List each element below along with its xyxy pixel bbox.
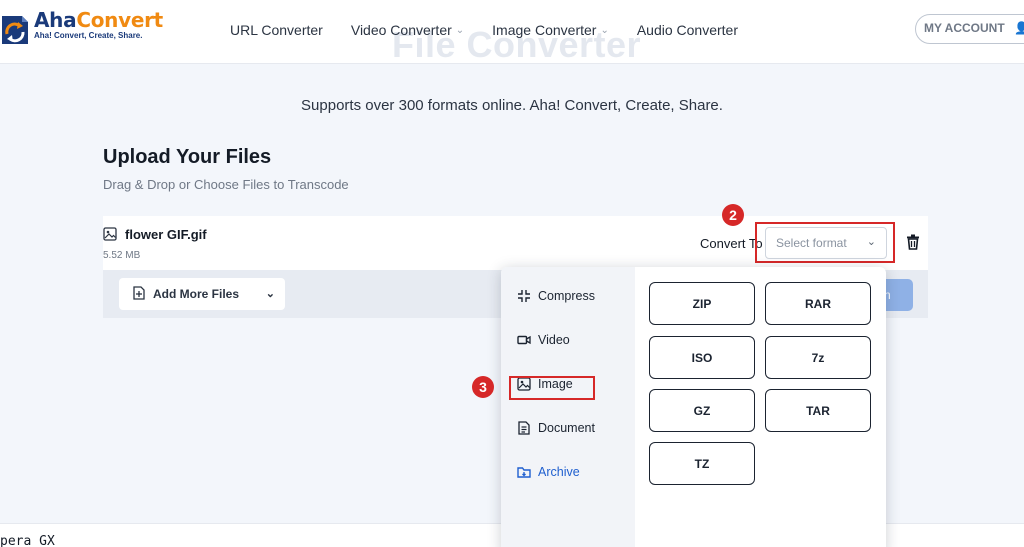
file-name: flower GIF.gif xyxy=(125,227,207,242)
add-file-icon xyxy=(133,285,145,303)
step-badge-3: 3 xyxy=(472,376,494,398)
logo[interactable]: AhaConvert Aha! Convert, Create, Share. xyxy=(0,10,163,48)
file-size: 5.52 MB xyxy=(103,250,141,261)
category-compress-label: Compress xyxy=(538,289,595,303)
format-option-7z[interactable]: 7z xyxy=(765,336,871,379)
category-video[interactable]: Video xyxy=(517,333,570,347)
step-badge-2: 2 xyxy=(722,204,744,226)
site-header: AhaConvert Aha! Convert, Create, Share. … xyxy=(0,0,1024,65)
user-icon: 👤 xyxy=(1014,21,1024,35)
category-document-label: Document xyxy=(538,421,595,435)
document-icon xyxy=(518,421,530,435)
nav-video-converter[interactable]: Video Converter ⌄ xyxy=(351,22,464,38)
my-account-button[interactable]: MY ACCOUNT 👤 xyxy=(915,14,1024,44)
video-icon xyxy=(517,335,531,345)
nav-video-converter-label: Video Converter xyxy=(350,22,452,38)
trash-icon[interactable] xyxy=(906,234,920,255)
logo-icon xyxy=(0,10,30,48)
nav-image-converter[interactable]: Image Converter ⌄ xyxy=(492,22,609,38)
category-document[interactable]: Document xyxy=(517,421,595,435)
convert-to-label: Convert To xyxy=(700,236,763,251)
chevron-down-icon: ⌄ xyxy=(265,288,275,300)
format-option-rar[interactable]: RAR xyxy=(765,282,871,325)
category-video-label: Video xyxy=(538,333,570,347)
format-option-zip[interactable]: ZIP xyxy=(649,282,755,325)
nav-url-converter-label: URL Converter xyxy=(230,22,323,38)
format-option-iso[interactable]: ISO xyxy=(649,336,755,379)
format-dropdown: Compress Video Image Document Archive ZI… xyxy=(501,267,886,547)
chevron-down-icon: ⌄ xyxy=(600,24,609,36)
annotation-highlight-select xyxy=(755,222,895,263)
format-option-tz[interactable]: TZ xyxy=(649,442,755,485)
format-option-gz[interactable]: GZ xyxy=(649,389,755,432)
upload-title: Upload Your Files xyxy=(103,146,272,168)
nav-image-converter-label: Image Converter xyxy=(492,22,597,38)
logo-name-part1: Aha xyxy=(34,8,77,32)
hero-subtitle: Supports over 300 formats online. Aha! C… xyxy=(301,97,723,114)
logo-tagline: Aha! Convert, Create, Share. xyxy=(34,31,143,40)
compress-icon xyxy=(518,290,530,302)
main-nav: URL Converter Video Converter ⌄ Image Co… xyxy=(230,22,766,38)
add-more-files-button[interactable]: Add More Files ⌄ xyxy=(119,278,285,310)
category-list: Compress Video Image Document Archive xyxy=(501,267,635,547)
bottom-partial-text: pera GX xyxy=(0,534,55,547)
image-file-icon xyxy=(103,227,117,246)
annotation-highlight-image xyxy=(509,376,595,400)
logo-name-part2: Convert xyxy=(76,8,163,32)
nav-audio-converter[interactable]: Audio Converter xyxy=(637,22,738,38)
nav-audio-converter-label: Audio Converter xyxy=(636,22,739,38)
upload-subtitle: Drag & Drop or Choose Files to Transcode xyxy=(103,177,349,192)
chevron-down-icon: ⌄ xyxy=(455,24,465,36)
category-compress[interactable]: Compress xyxy=(517,289,595,303)
my-account-label: MY ACCOUNT xyxy=(924,21,1005,35)
nav-url-converter[interactable]: URL Converter xyxy=(230,22,323,38)
category-archive-label: Archive xyxy=(538,465,580,479)
category-archive[interactable]: Archive xyxy=(517,465,580,479)
archive-icon xyxy=(517,467,531,478)
add-more-files-label: Add More Files xyxy=(153,287,240,301)
format-option-tar[interactable]: TAR xyxy=(765,389,871,432)
